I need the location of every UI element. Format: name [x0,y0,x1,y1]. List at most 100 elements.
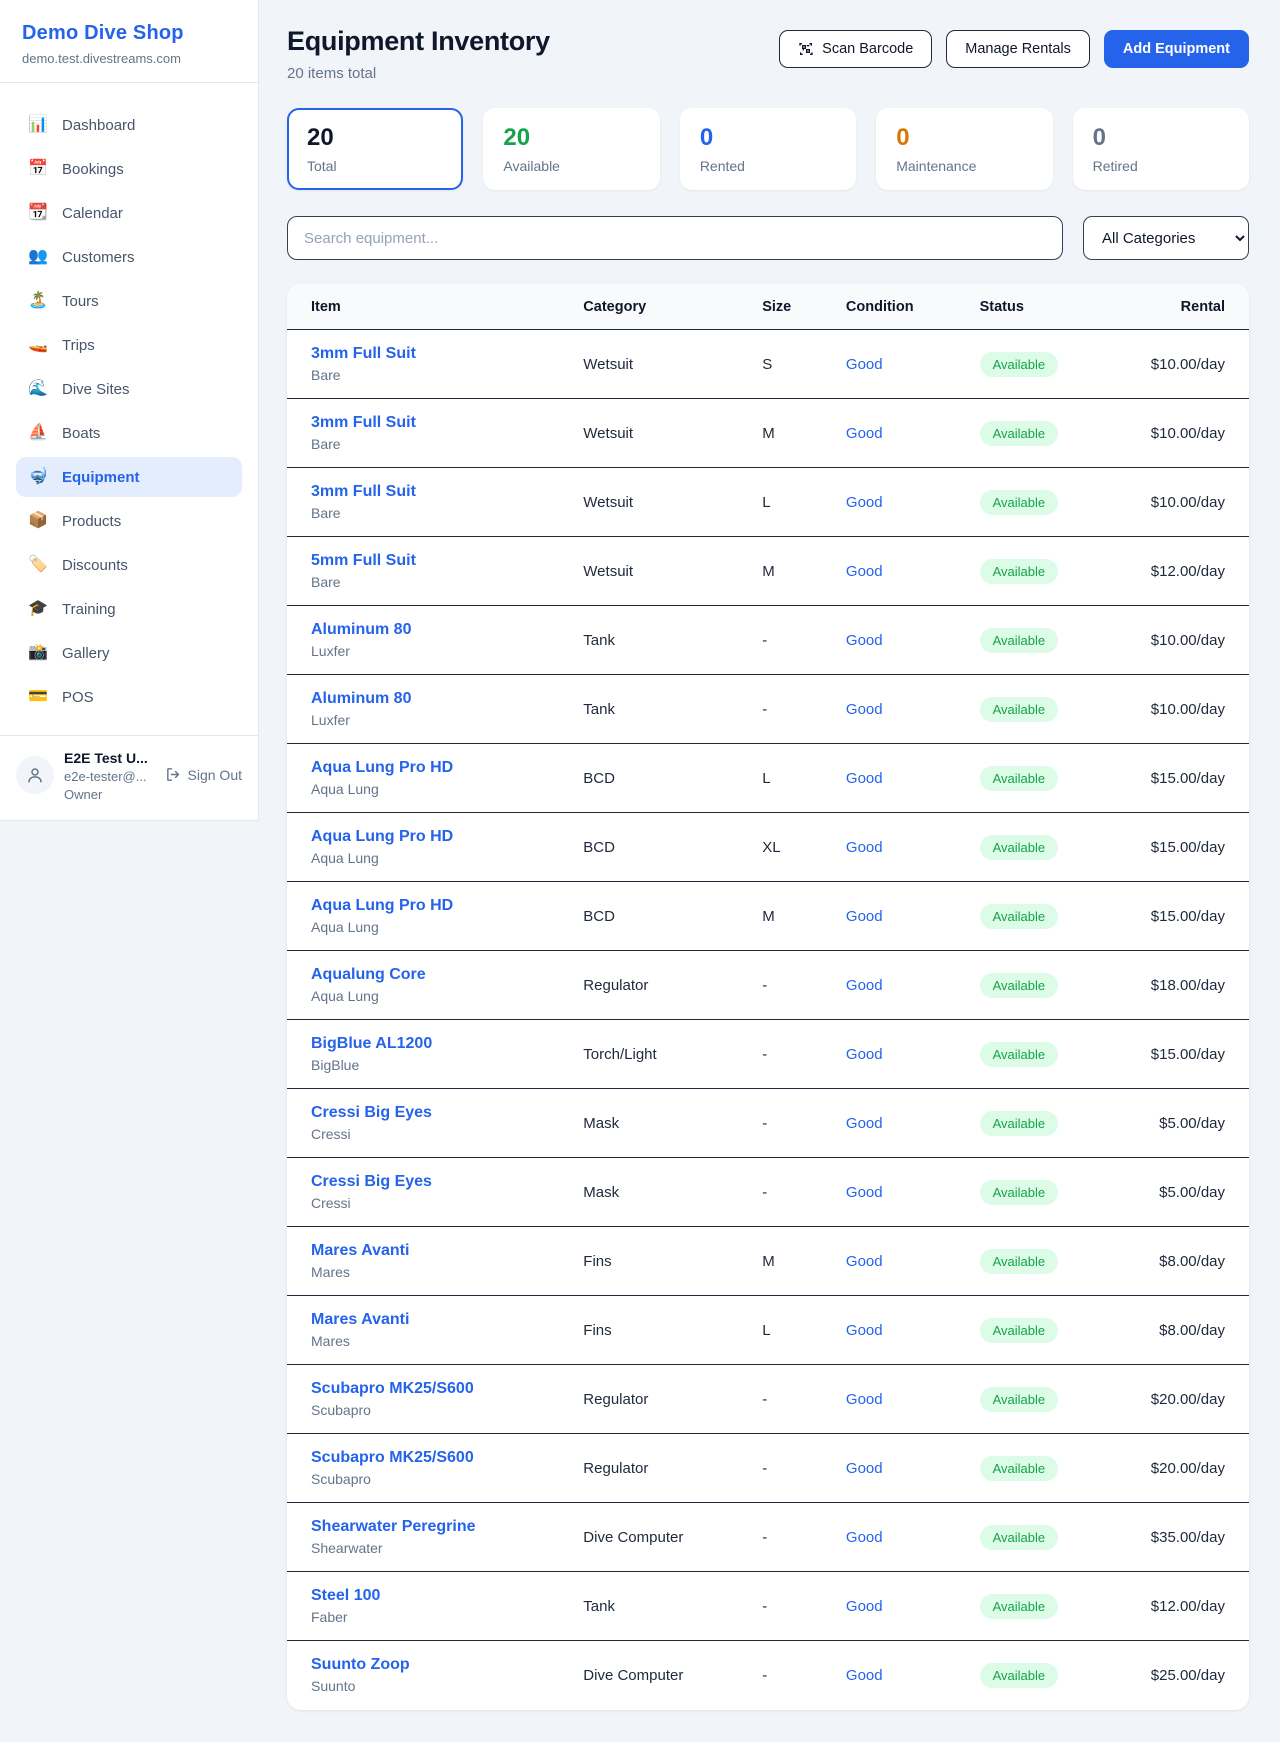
condition-cell: Good [846,675,980,744]
item-name-link[interactable]: Aluminum 80 [311,690,583,708]
stat-card-available[interactable]: 20 Available [483,108,659,190]
status-badge: Available [980,352,1059,377]
rental-cell: $10.00/day [1095,675,1249,744]
scan-barcode-button[interactable]: Scan Barcode [779,30,932,68]
sign-out-button[interactable]: Sign Out [165,766,242,783]
category-filter-select[interactable]: All Categories [1083,216,1249,260]
condition-link[interactable]: Good [846,839,883,856]
condition-link[interactable]: Good [846,494,883,511]
condition-cell: Good [846,882,980,951]
condition-link[interactable]: Good [846,632,883,649]
condition-link[interactable]: Good [846,1529,883,1546]
stat-card-maintenance[interactable]: 0 Maintenance [876,108,1052,190]
item-name-link[interactable]: Shearwater Peregrine [311,1518,583,1536]
add-equipment-button[interactable]: Add Equipment [1104,30,1249,68]
condition-link[interactable]: Good [846,425,883,442]
item-name-link[interactable]: Suunto Zoop [311,1656,583,1674]
condition-cell: Good [846,537,980,606]
condition-link[interactable]: Good [846,977,883,994]
manage-rentals-button[interactable]: Manage Rentals [946,30,1090,68]
item-name-link[interactable]: Mares Avanti [311,1242,583,1260]
category-cell: Tank [583,675,762,744]
sidebar-item-pos[interactable]: 💳 POS [16,677,242,717]
table-row: Aqua Lung Pro HD Aqua Lung BCD L Good Av… [287,744,1249,813]
sidebar-item-calendar[interactable]: 📆 Calendar [16,193,242,233]
item-cell: Aqualung Core Aqua Lung [287,951,583,1020]
item-name-link[interactable]: Cressi Big Eyes [311,1173,583,1191]
item-name-link[interactable]: Mares Avanti [311,1311,583,1329]
item-name-link[interactable]: Aluminum 80 [311,621,583,639]
col-header-size: Size [762,284,846,330]
sidebar-user-section: E2E Test U... e2e-tester@... Owner Sign … [0,735,258,816]
table-row: Scubapro MK25/S600 Scubapro Regulator - … [287,1365,1249,1434]
sidebar-item-boats[interactable]: ⛵ Boats [16,413,242,453]
sidebar-item-customers[interactable]: 👥 Customers [16,237,242,277]
item-name-link[interactable]: Aqua Lung Pro HD [311,828,583,846]
condition-link[interactable]: Good [846,1184,883,1201]
sidebar-item-dive-sites[interactable]: 🌊 Dive Sites [16,369,242,409]
sidebar-item-bookings[interactable]: 📅 Bookings [16,149,242,189]
sidebar-item-gallery[interactable]: 📸 Gallery [16,633,242,673]
avatar [16,756,54,794]
condition-cell: Good [846,1089,980,1158]
status-badge: Available [980,1042,1059,1067]
category-cell: BCD [583,882,762,951]
stat-card-total[interactable]: 20 Total [287,108,463,190]
sidebar-item-products[interactable]: 📦 Products [16,501,242,541]
item-name-link[interactable]: Scubapro MK25/S600 [311,1449,583,1467]
user-role: Owner [64,787,155,802]
item-name-link[interactable]: Aqua Lung Pro HD [311,759,583,777]
stat-card-retired[interactable]: 0 Retired [1073,108,1249,190]
table-row: Mares Avanti Mares Fins L Good Available… [287,1296,1249,1365]
condition-link[interactable]: Good [846,1253,883,1270]
sidebar-item-equipment[interactable]: 🤿 Equipment [16,457,242,497]
logout-icon [165,766,182,783]
condition-cell: Good [846,1641,980,1710]
sidebar-item-dashboard[interactable]: 📊 Dashboard [16,105,242,145]
item-name-link[interactable]: Scubapro MK25/S600 [311,1380,583,1398]
item-cell: Steel 100 Faber [287,1572,583,1641]
condition-link[interactable]: Good [846,770,883,787]
item-name-link[interactable]: Aqualung Core [311,966,583,984]
item-name-link[interactable]: 3mm Full Suit [311,414,583,432]
condition-cell: Good [846,1434,980,1503]
rental-cell: $8.00/day [1095,1227,1249,1296]
condition-link[interactable]: Good [846,356,883,373]
condition-link[interactable]: Good [846,1667,883,1684]
condition-link[interactable]: Good [846,1115,883,1132]
table-row: Aqua Lung Pro HD Aqua Lung BCD M Good Av… [287,882,1249,951]
search-input[interactable] [287,216,1063,260]
item-cell: Aluminum 80 Luxfer [287,675,583,744]
table-header-row: Item Category Size Condition Status Rent… [287,284,1249,330]
item-cell: Cressi Big Eyes Cressi [287,1089,583,1158]
item-name-link[interactable]: BigBlue AL1200 [311,1035,583,1053]
sidebar-item-tours[interactable]: 🏝️ Tours [16,281,242,321]
stat-value: 0 [700,124,836,152]
condition-cell: Good [846,951,980,1020]
condition-link[interactable]: Good [846,1460,883,1477]
condition-link[interactable]: Good [846,1598,883,1615]
item-name-link[interactable]: 3mm Full Suit [311,483,583,501]
item-name-link[interactable]: 5mm Full Suit [311,552,583,570]
item-name-link[interactable]: Aqua Lung Pro HD [311,897,583,915]
condition-link[interactable]: Good [846,563,883,580]
item-name-link[interactable]: 3mm Full Suit [311,345,583,363]
item-cell: Aqua Lung Pro HD Aqua Lung [287,882,583,951]
item-name-link[interactable]: Cressi Big Eyes [311,1104,583,1122]
condition-link[interactable]: Good [846,701,883,718]
sidebar-item-training[interactable]: 🎓 Training [16,589,242,629]
condition-link[interactable]: Good [846,1322,883,1339]
rental-cell: $5.00/day [1095,1158,1249,1227]
stat-card-rented[interactable]: 0 Rented [680,108,856,190]
credit-card-icon: 💳 [28,689,48,705]
rental-cell: $25.00/day [1095,1641,1249,1710]
rental-cell: $20.00/day [1095,1434,1249,1503]
condition-link[interactable]: Good [846,1391,883,1408]
condition-link[interactable]: Good [846,908,883,925]
item-name-link[interactable]: Steel 100 [311,1587,583,1605]
sidebar-item-trips[interactable]: 🚤 Trips [16,325,242,365]
sidebar-item-discounts[interactable]: 🏷️ Discounts [16,545,242,585]
condition-link[interactable]: Good [846,1046,883,1063]
table-row: Suunto Zoop Suunto Dive Computer - Good … [287,1641,1249,1710]
status-cell: Available [980,1503,1095,1572]
